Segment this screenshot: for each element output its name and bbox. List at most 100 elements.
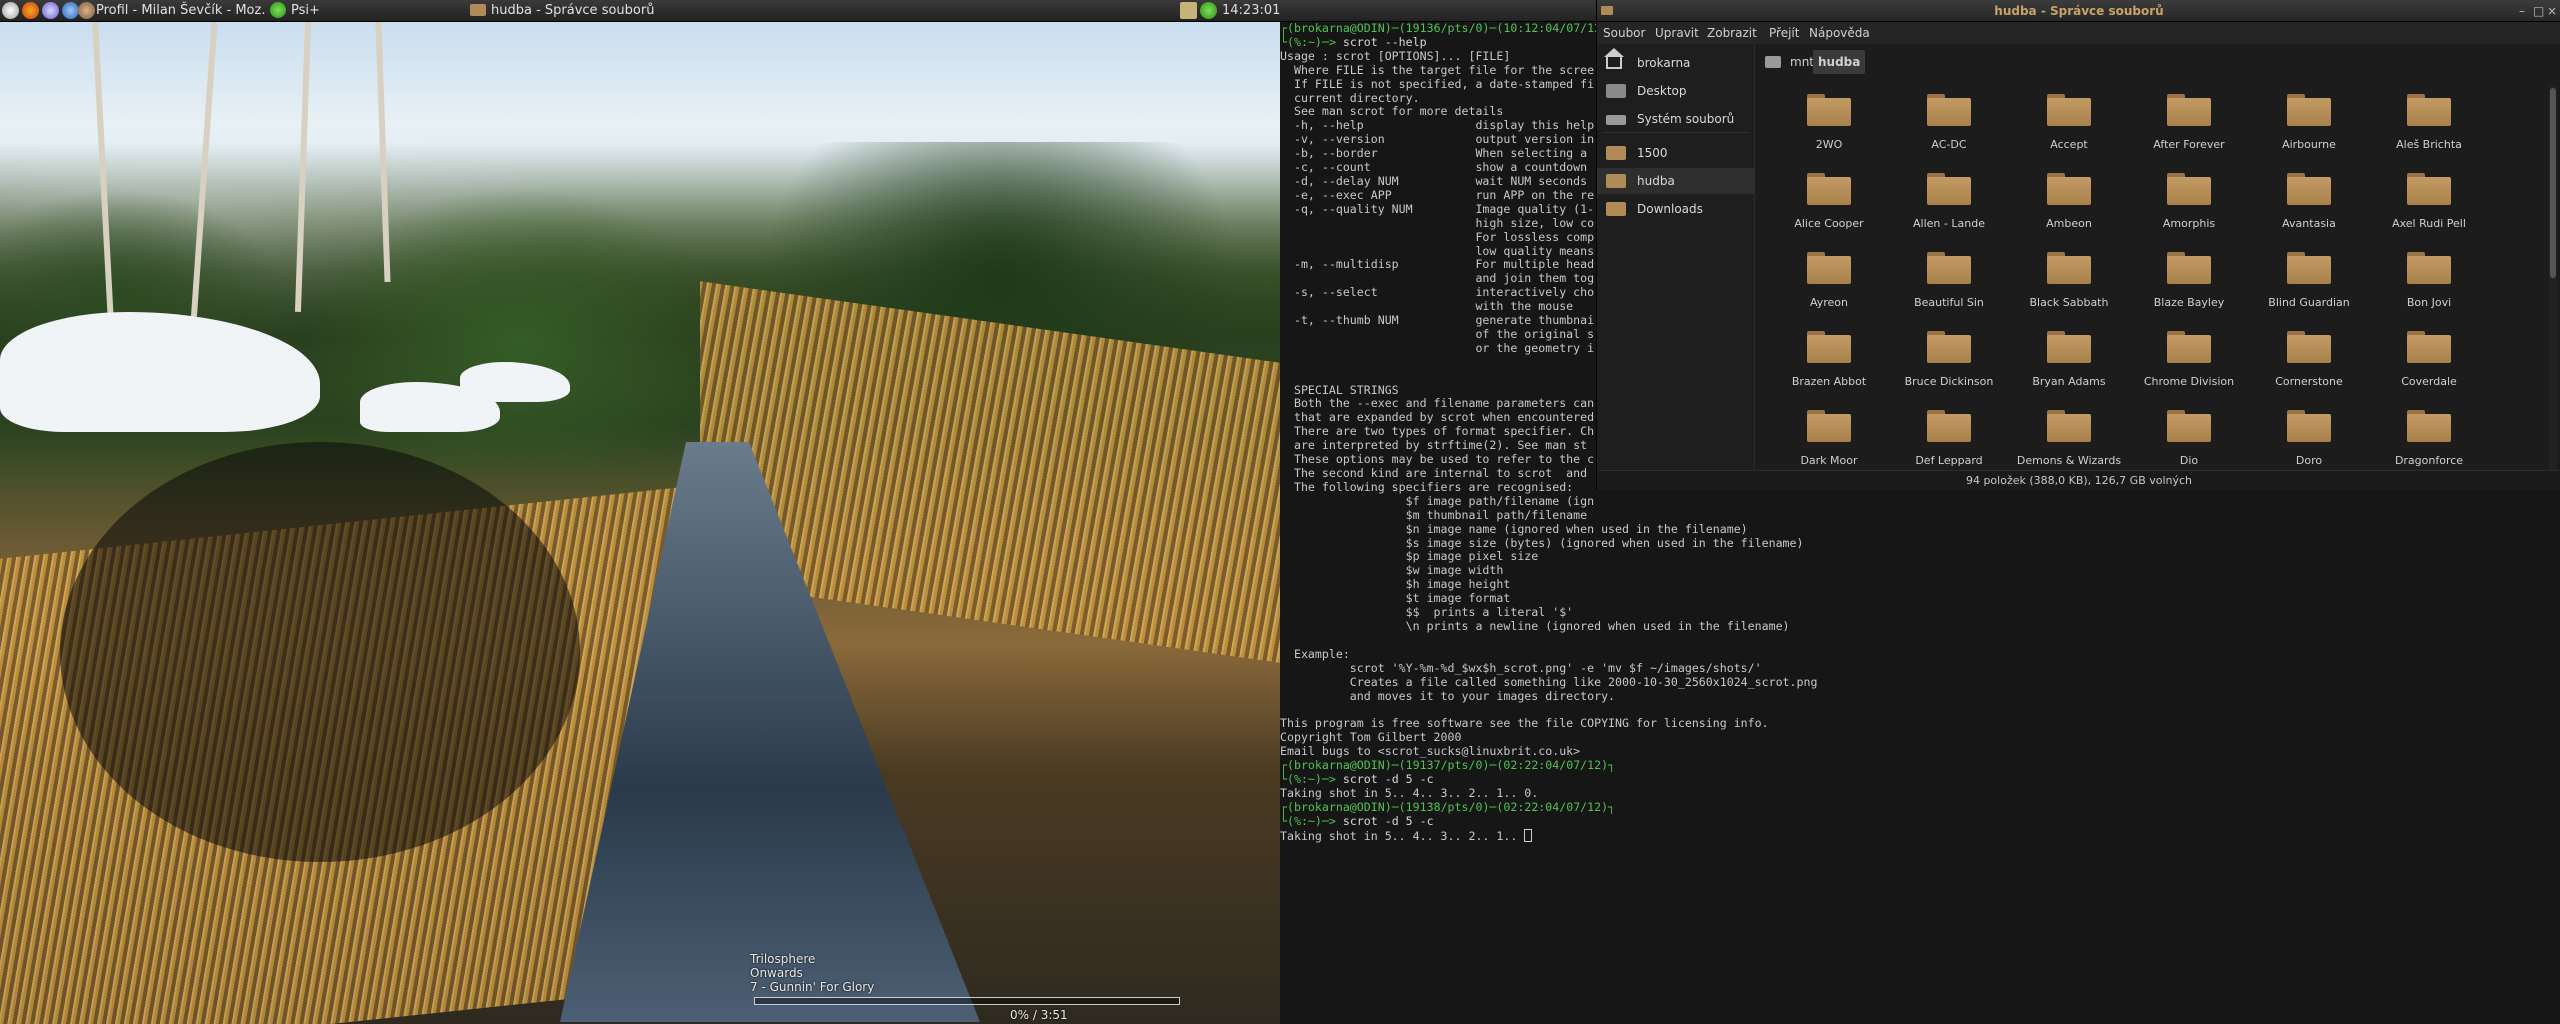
folder-item[interactable]: Def Leppard [1889, 402, 2009, 466]
folder-name: After Forever [2153, 138, 2225, 151]
help-text: $f image path/filename (ign [1280, 493, 1595, 508]
prompt-cwd: %:~ [1293, 771, 1315, 786]
folder-item[interactable]: Axel Rudi Pell [2369, 165, 2489, 237]
sidebar-item-filesystem[interactable]: Systém souborů [1597, 106, 1755, 132]
maximize-icon[interactable]: □ [2533, 0, 2544, 22]
file-manager-window: hudba - Správce souborů – □ × Soubor Upr… [1596, 0, 2560, 490]
osd-album: Onwards [750, 966, 803, 980]
folder-name: Alice Cooper [1794, 217, 1864, 230]
folder-item[interactable]: Accept [2009, 86, 2129, 158]
folder-icon-body [2047, 414, 2091, 442]
folder-item[interactable]: Amorphis [2129, 165, 2249, 237]
folder-item[interactable]: Chrome Division [2129, 323, 2249, 395]
menu-soubor[interactable]: Soubor [1603, 22, 1645, 44]
folder-icon-body [2167, 177, 2211, 205]
folder-item[interactable]: Doro [2249, 402, 2369, 466]
terminal-line: $w image width [1280, 563, 2560, 578]
menu-prejit[interactable]: Přejít [1769, 22, 1799, 44]
thunderbird-icon[interactable] [62, 2, 79, 19]
folder-item[interactable]: Alice Cooper [1769, 165, 1889, 237]
folder-item[interactable]: Demons & Wizards [2009, 402, 2129, 466]
scrollbar[interactable] [2549, 86, 2557, 470]
sidebar-item-hudba[interactable]: hudba [1597, 168, 1755, 194]
folder-item[interactable]: Brazen Abbot [1769, 323, 1889, 395]
folder-item[interactable]: 2WO [1769, 86, 1889, 158]
folder-icon-body [2287, 414, 2331, 442]
folder-item[interactable]: Ayreon [1769, 244, 1889, 316]
folder-item[interactable]: AC-DC [1889, 86, 2009, 158]
window-titlebar[interactable]: hudba - Správce souborů – □ × [1597, 0, 2560, 22]
desktop-icon [1606, 84, 1626, 98]
help-text: and join them tog [1280, 271, 1595, 286]
breadcrumb-hudba[interactable]: hudba [1813, 50, 1866, 74]
taskbar-item-psi[interactable]: Psi+ [270, 0, 350, 22]
sidebar-item-1500[interactable]: 1500 [1597, 140, 1755, 166]
gimp-icon[interactable] [78, 2, 95, 19]
folder-item[interactable]: Black Sabbath [2009, 244, 2129, 316]
help-text: Both the --exec and filename parameters … [1280, 396, 1595, 411]
help-text [1280, 355, 1287, 369]
prompt-bracket: )─( [1482, 22, 1504, 35]
folder-item[interactable]: Dragonforce [2369, 402, 2489, 466]
prompt-user: brokarna@ODIN [1293, 22, 1385, 35]
terminal-line: Taking shot in 5.. 4.. 3.. 2.. 1.. 0. [1280, 786, 2560, 801]
wallpaper-shadow [60, 442, 580, 862]
terminal-line [1280, 634, 2560, 648]
taskbar-item-firefox[interactable]: Profil - Milan Ševčík - Moz... [96, 0, 266, 22]
folder-item[interactable]: Bryan Adams [2009, 323, 2129, 395]
tray-psi-icon[interactable] [1200, 2, 1217, 19]
folder-icon [2047, 173, 2091, 205]
folder-item[interactable]: Allen - Lande [1889, 165, 2009, 237]
sidebar-item-label: hudba [1637, 174, 1675, 188]
folder-item[interactable]: Blind Guardian [2249, 244, 2369, 316]
terminal-line: Email bugs to <scrot_sucks@linuxbrit.co.… [1280, 744, 2560, 759]
folder-item[interactable]: Dio [2129, 402, 2249, 466]
folder-icon-body [2287, 177, 2331, 205]
menu-napoveda[interactable]: Nápověda [1809, 22, 1870, 44]
help-text: See man scrot for more details [1280, 104, 1504, 119]
sidebar-item-desktop[interactable]: Desktop [1597, 78, 1755, 104]
prompt-bracket: ┌( [1280, 799, 1294, 814]
taskbar-item-file-manager[interactable]: hudba - Správce souborů [470, 0, 690, 22]
scrollbar-thumb[interactable] [2550, 88, 2556, 278]
sidebar-item-home[interactable]: brokarna [1597, 48, 1755, 76]
sidebar-item-downloads[interactable]: Downloads [1597, 196, 1755, 222]
folder-item[interactable]: Bruce Dickinson [1889, 323, 2009, 395]
clock[interactable]: 14:23:01 [1222, 0, 1280, 22]
prompt-bracket: )─> [1314, 813, 1343, 828]
folder-item[interactable]: Ambeon [2009, 165, 2129, 237]
prompt-number: 19137/pts/0 [1405, 758, 1483, 773]
minimize-icon[interactable]: – [2519, 0, 2525, 22]
folder-item[interactable]: Coverdale [2369, 323, 2489, 395]
close-icon[interactable]: × [2547, 0, 2557, 22]
folder-item[interactable]: Cornerstone [2249, 323, 2369, 395]
sidebar-item-label: Desktop [1637, 84, 1687, 98]
folder-icon-body [1927, 256, 1971, 284]
command-output: Taking shot in 5.. 4.. 3.. 2.. 1.. [1280, 828, 1525, 843]
firefox-icon[interactable] [22, 2, 39, 19]
folder-item[interactable]: Avantasia [2249, 165, 2369, 237]
tray-notes-icon[interactable] [1180, 2, 1197, 19]
prompt-command: scrot --help [1342, 34, 1427, 49]
home-icon [1604, 48, 1624, 69]
status-bar: 94 položek (388,0 KB), 126,7 GB volných [1597, 470, 2560, 490]
menu-upravit[interactable]: Upravit [1655, 22, 1699, 44]
folder-item[interactable]: Airbourne [2249, 86, 2369, 158]
folder-item[interactable]: Bon Jovi [2369, 244, 2489, 316]
terminal-cursor [1524, 828, 1533, 842]
folder-item[interactable]: Dark Moor [1769, 402, 1889, 466]
drive-icon[interactable] [1765, 56, 1781, 68]
mail-icon[interactable] [42, 2, 59, 19]
osd-progress-bar [754, 997, 1180, 1005]
folder-item[interactable]: After Forever [2129, 86, 2249, 158]
prompt-bracket: )─( [1482, 758, 1504, 773]
menu-icon[interactable] [2, 2, 19, 19]
menu-zobrazit[interactable]: Zobrazit [1707, 22, 1757, 44]
help-text: -c, --count show a countdown [1280, 160, 1588, 175]
folder-item[interactable]: Aleš Brichta [2369, 86, 2489, 158]
folder-name: Bon Jovi [2406, 296, 2452, 309]
task-label: hudba - Správce souborů [491, 3, 655, 18]
folder-item[interactable]: Blaze Bayley [2129, 244, 2249, 316]
folder-icon [1927, 410, 1971, 442]
folder-item[interactable]: Beautiful Sin [1889, 244, 2009, 316]
